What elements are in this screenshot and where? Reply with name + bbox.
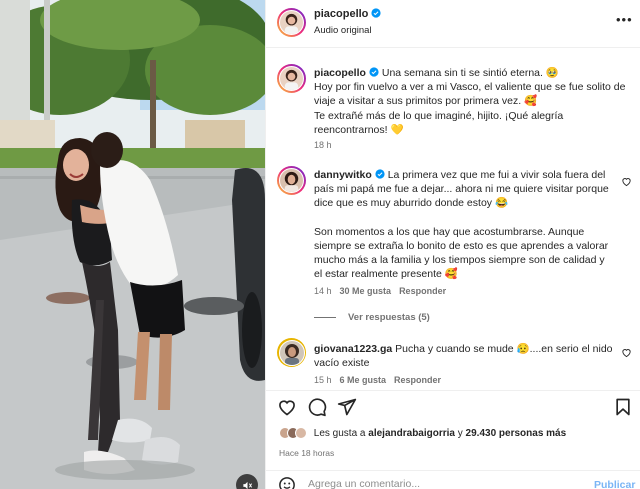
author-avatar[interactable]	[277, 8, 306, 37]
comment-line: dice que es muy aburrido donde estoy 😂	[314, 197, 509, 210]
comment-avatar-giovana[interactable]	[277, 338, 306, 367]
bookmark-icon[interactable]	[613, 397, 633, 417]
add-comment-bar: Publicar	[266, 470, 640, 489]
comment-username[interactable]: giovana1223.ga	[314, 343, 392, 355]
comment-avatar-dannywitko[interactable]	[277, 166, 306, 195]
sound-icon	[242, 481, 252, 489]
heart-icon[interactable]	[277, 397, 297, 417]
comment-username[interactable]: dannywitko	[314, 169, 372, 181]
comment-line: Pucha y cuando se mude 😥....en serio el …	[395, 343, 613, 355]
caption-username[interactable]: piacopello	[314, 67, 366, 79]
view-replies-label: Ver respuestas (5)	[348, 312, 430, 323]
post-time-ago[interactable]: Hace 18 horas	[279, 448, 334, 458]
instagram-post-modal: piacopello Audio original ••• piacopello…	[0, 0, 640, 489]
liker-avatar	[295, 427, 307, 439]
share-icon[interactable]	[337, 397, 357, 417]
view-replies-button[interactable]: Ver respuestas (5)	[314, 312, 430, 323]
more-options-icon[interactable]: •••	[616, 12, 633, 27]
video-frame-image	[0, 0, 265, 489]
likes-prefix: Les gusta a	[313, 428, 366, 439]
mute-button[interactable]	[236, 474, 258, 489]
caption-line: Te extrañé más de lo que imaginé, hijito…	[314, 109, 564, 122]
caption-line: viaje a visitar a sus primitos por prime…	[314, 95, 538, 108]
comment-like-heart-icon[interactable]	[621, 176, 632, 187]
reply-button[interactable]: Responder	[394, 375, 441, 385]
caption-timestamp[interactable]: 18 h	[314, 140, 332, 150]
post-video[interactable]	[0, 0, 265, 489]
comment-meta-giovana: 15 h 6 Me gusta Responder	[314, 375, 441, 385]
likes-joiner: y	[457, 428, 463, 439]
replies-divider	[314, 316, 336, 318]
comment-time[interactable]: 14 h	[314, 286, 332, 296]
comment-icon[interactable]	[307, 397, 327, 417]
comment-line: país mi papá me fue a dejar... ahora ni …	[314, 183, 609, 196]
caption-avatar[interactable]	[277, 64, 306, 93]
comment-blank-line	[314, 211, 624, 225]
comment-line: Son momentos a los que hay que acostumbr…	[314, 225, 585, 238]
publish-button[interactable]: Publicar	[594, 479, 635, 489]
caption-line: Hoy por fin vuelvo a ver a mi Vasco, el …	[314, 81, 626, 94]
verified-icon	[375, 169, 385, 179]
comment-line: vacío existe	[314, 357, 370, 370]
comment-likes[interactable]: 6 Me gusta	[340, 375, 387, 385]
post-header: piacopello Audio original •••	[266, 0, 640, 48]
caption-line: Una semana sin ti se sintió eterna. 🥹	[381, 67, 559, 79]
likes-others[interactable]: 29.430 personas más	[466, 428, 567, 439]
comment-input[interactable]	[308, 478, 558, 489]
comment-text-dannywitko: dannywitko La primera vez que me fui a v…	[314, 168, 624, 281]
comment-like-heart-icon[interactable]	[621, 347, 632, 358]
emoji-icon[interactable]	[278, 476, 296, 489]
likes-summary[interactable]: Les gusta a alejandrabaigorria y 29.430 …	[279, 427, 566, 439]
post-actions: Les gusta a alejandrabaigorria y 29.430 …	[266, 390, 640, 489]
likes-user[interactable]: alejandrabaigorria	[368, 428, 455, 439]
verified-icon	[371, 8, 381, 18]
comment-line: siempre se extraña lo bonito de esto es …	[314, 239, 609, 252]
comment-time[interactable]: 15 h	[314, 375, 332, 385]
comment-line: mucho más a la familia y los tiempos sie…	[314, 254, 605, 267]
comment-likes[interactable]: 30 Me gusta	[340, 286, 392, 296]
comment-meta-dannywitko: 14 h 30 Me gusta Responder	[314, 286, 446, 296]
comment-text-giovana: giovana1223.ga Pucha y cuando se mude 😥.…	[314, 342, 614, 370]
comment-line: el estar realmente presente 🥰	[314, 268, 458, 281]
comment-line: La primera vez que me fui a vivir sola f…	[387, 169, 606, 181]
comments-list[interactable]: piacopello Una semana sin ti se sintió e…	[266, 48, 640, 390]
caption-line: reencontrarnos! 💛	[314, 123, 404, 136]
post-details-panel: piacopello Audio original ••• piacopello…	[265, 0, 640, 489]
post-caption: piacopello Una semana sin ti se sintió e…	[314, 66, 634, 137]
reply-button[interactable]: Responder	[399, 286, 446, 296]
author-username[interactable]: piacopello	[314, 8, 368, 20]
audio-label[interactable]: Audio original	[314, 25, 372, 36]
verified-icon	[369, 67, 379, 77]
